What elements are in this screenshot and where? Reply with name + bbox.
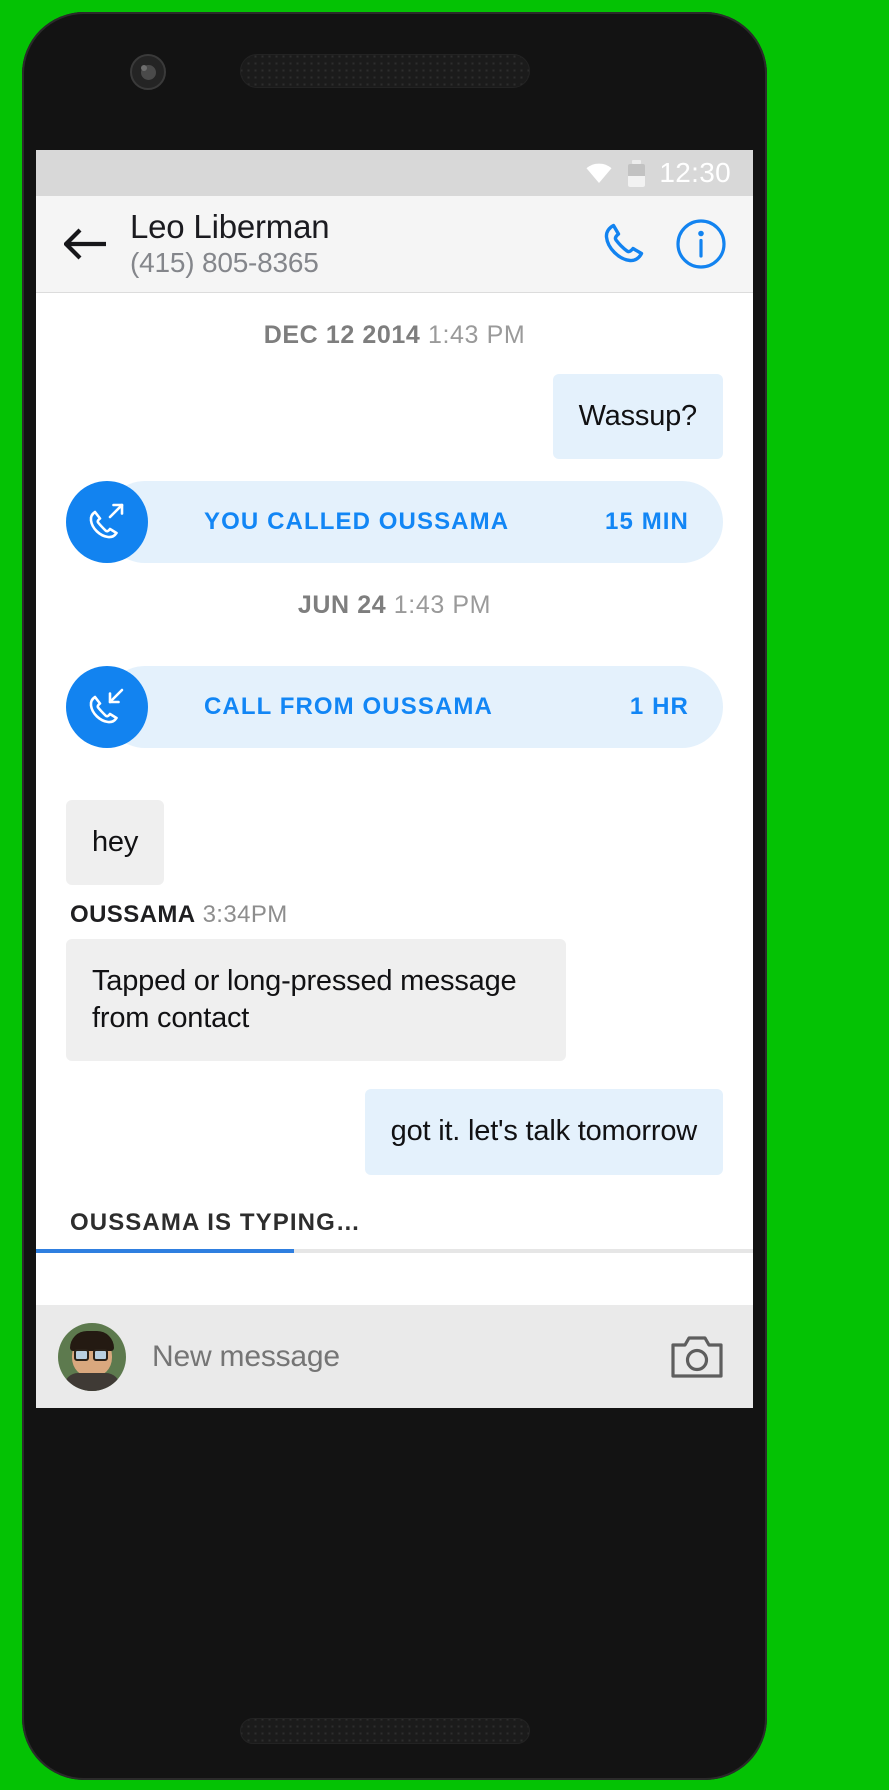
status-time: 12:30 xyxy=(659,157,731,188)
message-bubble-incoming[interactable]: hey xyxy=(66,800,165,886)
earpiece-speaker xyxy=(240,54,530,88)
message-row: Wassup? xyxy=(36,374,753,460)
call-outgoing-icon xyxy=(66,481,148,564)
status-bar: 12:30 xyxy=(36,150,753,196)
contact-phone-number: (415) 805-8365 xyxy=(130,246,319,278)
typing-progress-fill xyxy=(36,1248,295,1253)
contact-info[interactable]: Leo Liberman (415) 805-8365 xyxy=(114,208,597,279)
new-message-input[interactable] xyxy=(148,1339,647,1374)
separator-date: JUN 24 xyxy=(297,591,387,620)
phone-screen: 12:30 Leo Liberman (415) 805-8365 DEC 12… xyxy=(36,150,753,1408)
message-sender-meta: OUSSAMA 3:34PM xyxy=(36,885,753,939)
camera-icon xyxy=(671,1335,723,1378)
screenshot-stage: 12:30 Leo Liberman (415) 805-8365 DEC 12… xyxy=(0,0,889,1790)
call-event-label: CALL FROM OUSSAMA xyxy=(204,693,493,721)
call-event-pill: YOU CALLED OUSSAMA 15 MIN xyxy=(104,481,723,564)
message-thread[interactable]: DEC 12 2014 1:43 PM Wassup? YOU CALLED O… xyxy=(36,293,753,1305)
separator-date: DEC 12 2014 xyxy=(263,321,421,349)
message-row: hey xyxy=(36,800,753,886)
camera-button[interactable] xyxy=(669,1332,725,1382)
date-separator: DEC 12 2014 1:43 PM xyxy=(36,293,753,374)
call-event-incoming[interactable]: CALL FROM OUSSAMA 1 HR xyxy=(66,666,723,749)
call-event-pill: CALL FROM OUSSAMA 1 HR xyxy=(104,666,723,749)
date-separator: JUN 24 1:43 PM xyxy=(36,563,753,644)
message-sender: OUSSAMA xyxy=(70,901,196,929)
call-event-duration: 15 MIN xyxy=(605,508,689,536)
info-button[interactable] xyxy=(675,218,727,270)
call-event-outgoing[interactable]: YOU CALLED OUSSAMA 15 MIN xyxy=(66,481,723,564)
info-circle-icon xyxy=(676,219,726,269)
typing-indicator: OUSSAMA IS TYPING… xyxy=(70,1208,361,1236)
message-row: Tapped or long-pressed message from cont… xyxy=(36,939,753,1062)
phone-call-icon xyxy=(604,223,644,263)
header-actions xyxy=(597,218,727,270)
call-event-duration: 1 HR xyxy=(629,693,689,721)
back-arrow-icon xyxy=(64,228,106,260)
avatar[interactable] xyxy=(58,1322,126,1391)
call-incoming-icon xyxy=(66,666,148,749)
contact-name: Leo Liberman xyxy=(130,208,330,245)
message-bubble-incoming[interactable]: Tapped or long-pressed message from cont… xyxy=(66,939,566,1062)
message-bubble-outgoing[interactable]: Wassup? xyxy=(552,374,723,460)
separator-time: 1:43 PM xyxy=(393,591,492,620)
front-camera-icon xyxy=(130,54,166,90)
call-incoming-glyph xyxy=(89,688,124,724)
message-bubble-outgoing[interactable]: got it. let's talk tomorrow xyxy=(364,1089,723,1175)
call-outgoing-glyph xyxy=(89,503,124,539)
message-time: 3:34PM xyxy=(202,901,288,929)
call-event-label: YOU CALLED OUSSAMA xyxy=(204,508,510,536)
battery-icon xyxy=(628,159,646,187)
message-composer xyxy=(36,1305,753,1408)
call-button[interactable] xyxy=(597,218,649,270)
conversation-header: Leo Liberman (415) 805-8365 xyxy=(36,196,753,293)
bottom-speaker xyxy=(240,1718,530,1744)
typing-progress-bar xyxy=(36,1248,753,1253)
back-button[interactable] xyxy=(58,227,114,261)
separator-time: 1:43 PM xyxy=(427,321,526,349)
message-row: got it. let's talk tomorrow xyxy=(36,1089,753,1175)
wifi-icon xyxy=(586,163,612,183)
phone-device: 12:30 Leo Liberman (415) 805-8365 DEC 12… xyxy=(22,12,767,1780)
